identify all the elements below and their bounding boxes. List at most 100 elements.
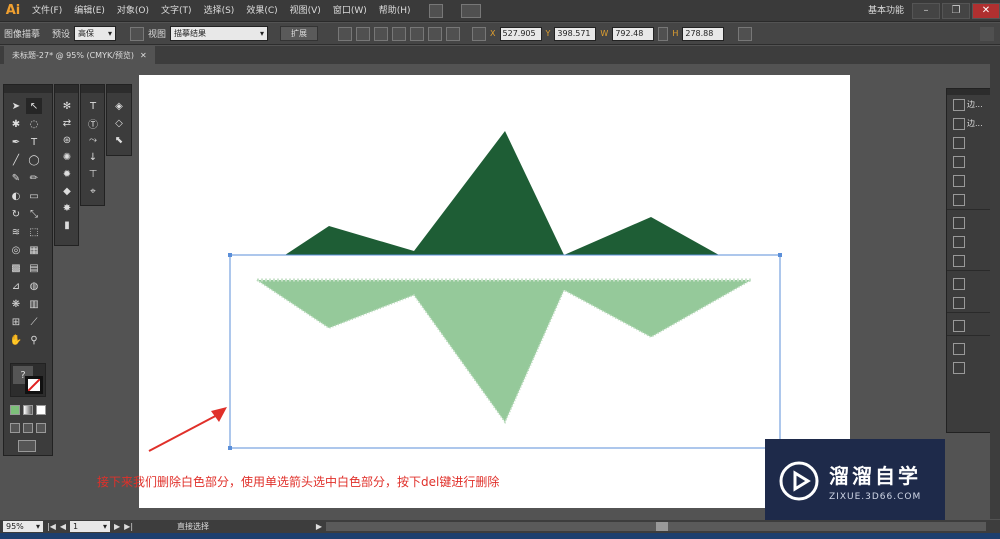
- column-graph-icon[interactable]: ▥: [26, 296, 42, 312]
- free-transform-icon[interactable]: ⬚: [26, 224, 42, 240]
- live-paint-bucket-icon[interactable]: ◈: [111, 98, 127, 114]
- panel-artboards[interactable]: 边...: [947, 95, 995, 114]
- minimize-button[interactable]: –: [912, 2, 940, 19]
- symbol-sprayer-tool-icon[interactable]: ✻: [59, 98, 75, 114]
- line-tool-icon[interactable]: ╱: [8, 152, 24, 168]
- screen-mode-icon[interactable]: [18, 440, 36, 452]
- bridge-icon[interactable]: [428, 3, 443, 18]
- y-field[interactable]: 398.571: [554, 26, 597, 41]
- symbol-screener-icon[interactable]: ✸: [59, 200, 75, 216]
- none-button-icon[interactable]: [36, 405, 46, 415]
- h-field[interactable]: 278.88: [682, 26, 725, 41]
- artboard-number-select[interactable]: 1 ▾: [70, 521, 111, 532]
- menu-edit[interactable]: 编辑(E): [68, 0, 111, 22]
- light-mountains-reflection[interactable]: [256, 278, 752, 424]
- symbol-stainer-icon[interactable]: ◆: [59, 183, 75, 199]
- pencil-icon[interactable]: ✏: [26, 170, 42, 186]
- lasso-icon[interactable]: ◌: [26, 116, 42, 132]
- document-tab[interactable]: 未标题-27* @ 95% (CMYK/预览) ✕: [4, 46, 155, 64]
- perspective-grid-icon[interactable]: ▦: [26, 242, 42, 258]
- live-paint-selection-icon[interactable]: ◇: [111, 115, 127, 131]
- panel-appearance[interactable]: [947, 274, 995, 293]
- menu-type[interactable]: 文字(T): [155, 0, 198, 22]
- menu-window[interactable]: 窗口(W): [327, 0, 373, 22]
- scale-tool-icon[interactable]: ⤡: [26, 206, 42, 222]
- panel-links[interactable]: 边...: [947, 114, 995, 133]
- flyout-header[interactable]: [107, 85, 131, 93]
- shape-builder-icon[interactable]: ◎: [8, 242, 24, 258]
- eraser-icon[interactable]: ▭: [26, 188, 42, 204]
- symbol-sprayer-icon[interactable]: ❋: [8, 296, 24, 312]
- symbol-sizer-icon[interactable]: ✺: [59, 149, 75, 165]
- menu-effect[interactable]: 效果(C): [240, 0, 283, 22]
- type-on-path-icon[interactable]: ⤳: [85, 132, 101, 148]
- vertical-scrollbar[interactable]: [990, 64, 1000, 519]
- dark-mountains[interactable]: [285, 131, 719, 255]
- trace-panel-icon[interactable]: [130, 26, 145, 41]
- mesh-tool-icon[interactable]: ▩: [8, 260, 24, 276]
- symbol-scruncher-icon[interactable]: ⊛: [59, 132, 75, 148]
- horizontal-scrollbar[interactable]: [326, 522, 986, 531]
- arrange-documents-icon[interactable]: [460, 3, 481, 18]
- color-button-icon[interactable]: [10, 405, 20, 415]
- touch-select-icon[interactable]: ⬉: [111, 132, 127, 148]
- ellipse-tool-icon[interactable]: ◯: [26, 152, 42, 168]
- x-field[interactable]: 527.905: [499, 26, 542, 41]
- align-bottom-icon[interactable]: [446, 26, 461, 41]
- blob-brush-icon[interactable]: ◐: [8, 188, 24, 204]
- first-page-icon[interactable]: |◀: [47, 522, 56, 531]
- menu-view[interactable]: 视图(V): [284, 0, 327, 22]
- w-field[interactable]: 792.48: [612, 26, 655, 41]
- panel-navigator[interactable]: [947, 133, 995, 152]
- flyout-header[interactable]: [55, 85, 78, 93]
- panel-symbols[interactable]: [947, 190, 995, 209]
- align-left-icon[interactable]: [356, 26, 371, 41]
- draw-normal-icon[interactable]: [10, 423, 20, 433]
- transform-icon[interactable]: [738, 26, 753, 41]
- gradient-tool-icon[interactable]: ▤: [26, 260, 42, 276]
- menu-file[interactable]: 文件(F): [26, 0, 68, 22]
- panel-align[interactable]: [947, 316, 995, 335]
- panel-image-trace[interactable]: [947, 358, 995, 377]
- status-menu-icon[interactable]: ▶: [316, 522, 322, 531]
- rotate-tool-icon[interactable]: ↻: [8, 206, 24, 222]
- area-type-icon[interactable]: Ⓣ: [85, 115, 101, 131]
- align-middle-icon[interactable]: [428, 26, 443, 41]
- align-right-icon[interactable]: [392, 26, 407, 41]
- magic-wand-icon[interactable]: ✱: [8, 116, 24, 132]
- close-button[interactable]: ✕: [972, 2, 1000, 19]
- artboard[interactable]: [139, 75, 850, 508]
- panel-color[interactable]: [947, 339, 995, 358]
- slice-tool-icon[interactable]: ⟋: [26, 314, 42, 330]
- view-select[interactable]: 描摹结果 ▾: [170, 26, 269, 41]
- tools-panel-header[interactable]: [4, 85, 52, 93]
- close-icon[interactable]: ✕: [140, 51, 147, 60]
- symbol-spinner-icon[interactable]: ✹: [59, 166, 75, 182]
- gradient-button-icon[interactable]: [23, 405, 33, 415]
- pen-tool-icon[interactable]: ✒: [8, 134, 24, 150]
- workspace-switcher[interactable]: 基本功能: [862, 0, 910, 22]
- symbol-styler-icon[interactable]: ▮: [59, 217, 75, 233]
- vertical-area-type-icon[interactable]: ⊤: [85, 166, 101, 182]
- panel-graphic-styles[interactable]: [947, 293, 995, 312]
- panel-transparency[interactable]: [947, 251, 995, 270]
- panel-stroke[interactable]: [947, 213, 995, 232]
- draw-inside-icon[interactable]: [36, 423, 46, 433]
- panel-gradient[interactable]: [947, 232, 995, 251]
- link-icon[interactable]: [658, 26, 669, 41]
- hand-tool-icon[interactable]: ✋: [8, 332, 24, 348]
- draw-behind-icon[interactable]: [23, 423, 33, 433]
- maximize-button[interactable]: ❐: [942, 2, 970, 19]
- last-page-icon[interactable]: ▶|: [124, 522, 133, 531]
- direct-selection-tool-icon[interactable]: ↖: [26, 98, 42, 114]
- zoom-select[interactable]: 95% ▾: [3, 521, 43, 532]
- fill-stroke-swatches[interactable]: ?: [10, 363, 46, 397]
- flyout-header[interactable]: [81, 85, 104, 93]
- width-tool-icon[interactable]: ≋: [8, 224, 24, 240]
- blend-tool-icon[interactable]: ◍: [26, 278, 42, 294]
- align-center-icon[interactable]: [374, 26, 389, 41]
- scroll-thumb[interactable]: [656, 522, 668, 531]
- reference-point-icon[interactable]: [472, 26, 487, 41]
- panel-brushes[interactable]: [947, 171, 995, 190]
- vertical-type-icon[interactable]: ↓: [85, 149, 101, 165]
